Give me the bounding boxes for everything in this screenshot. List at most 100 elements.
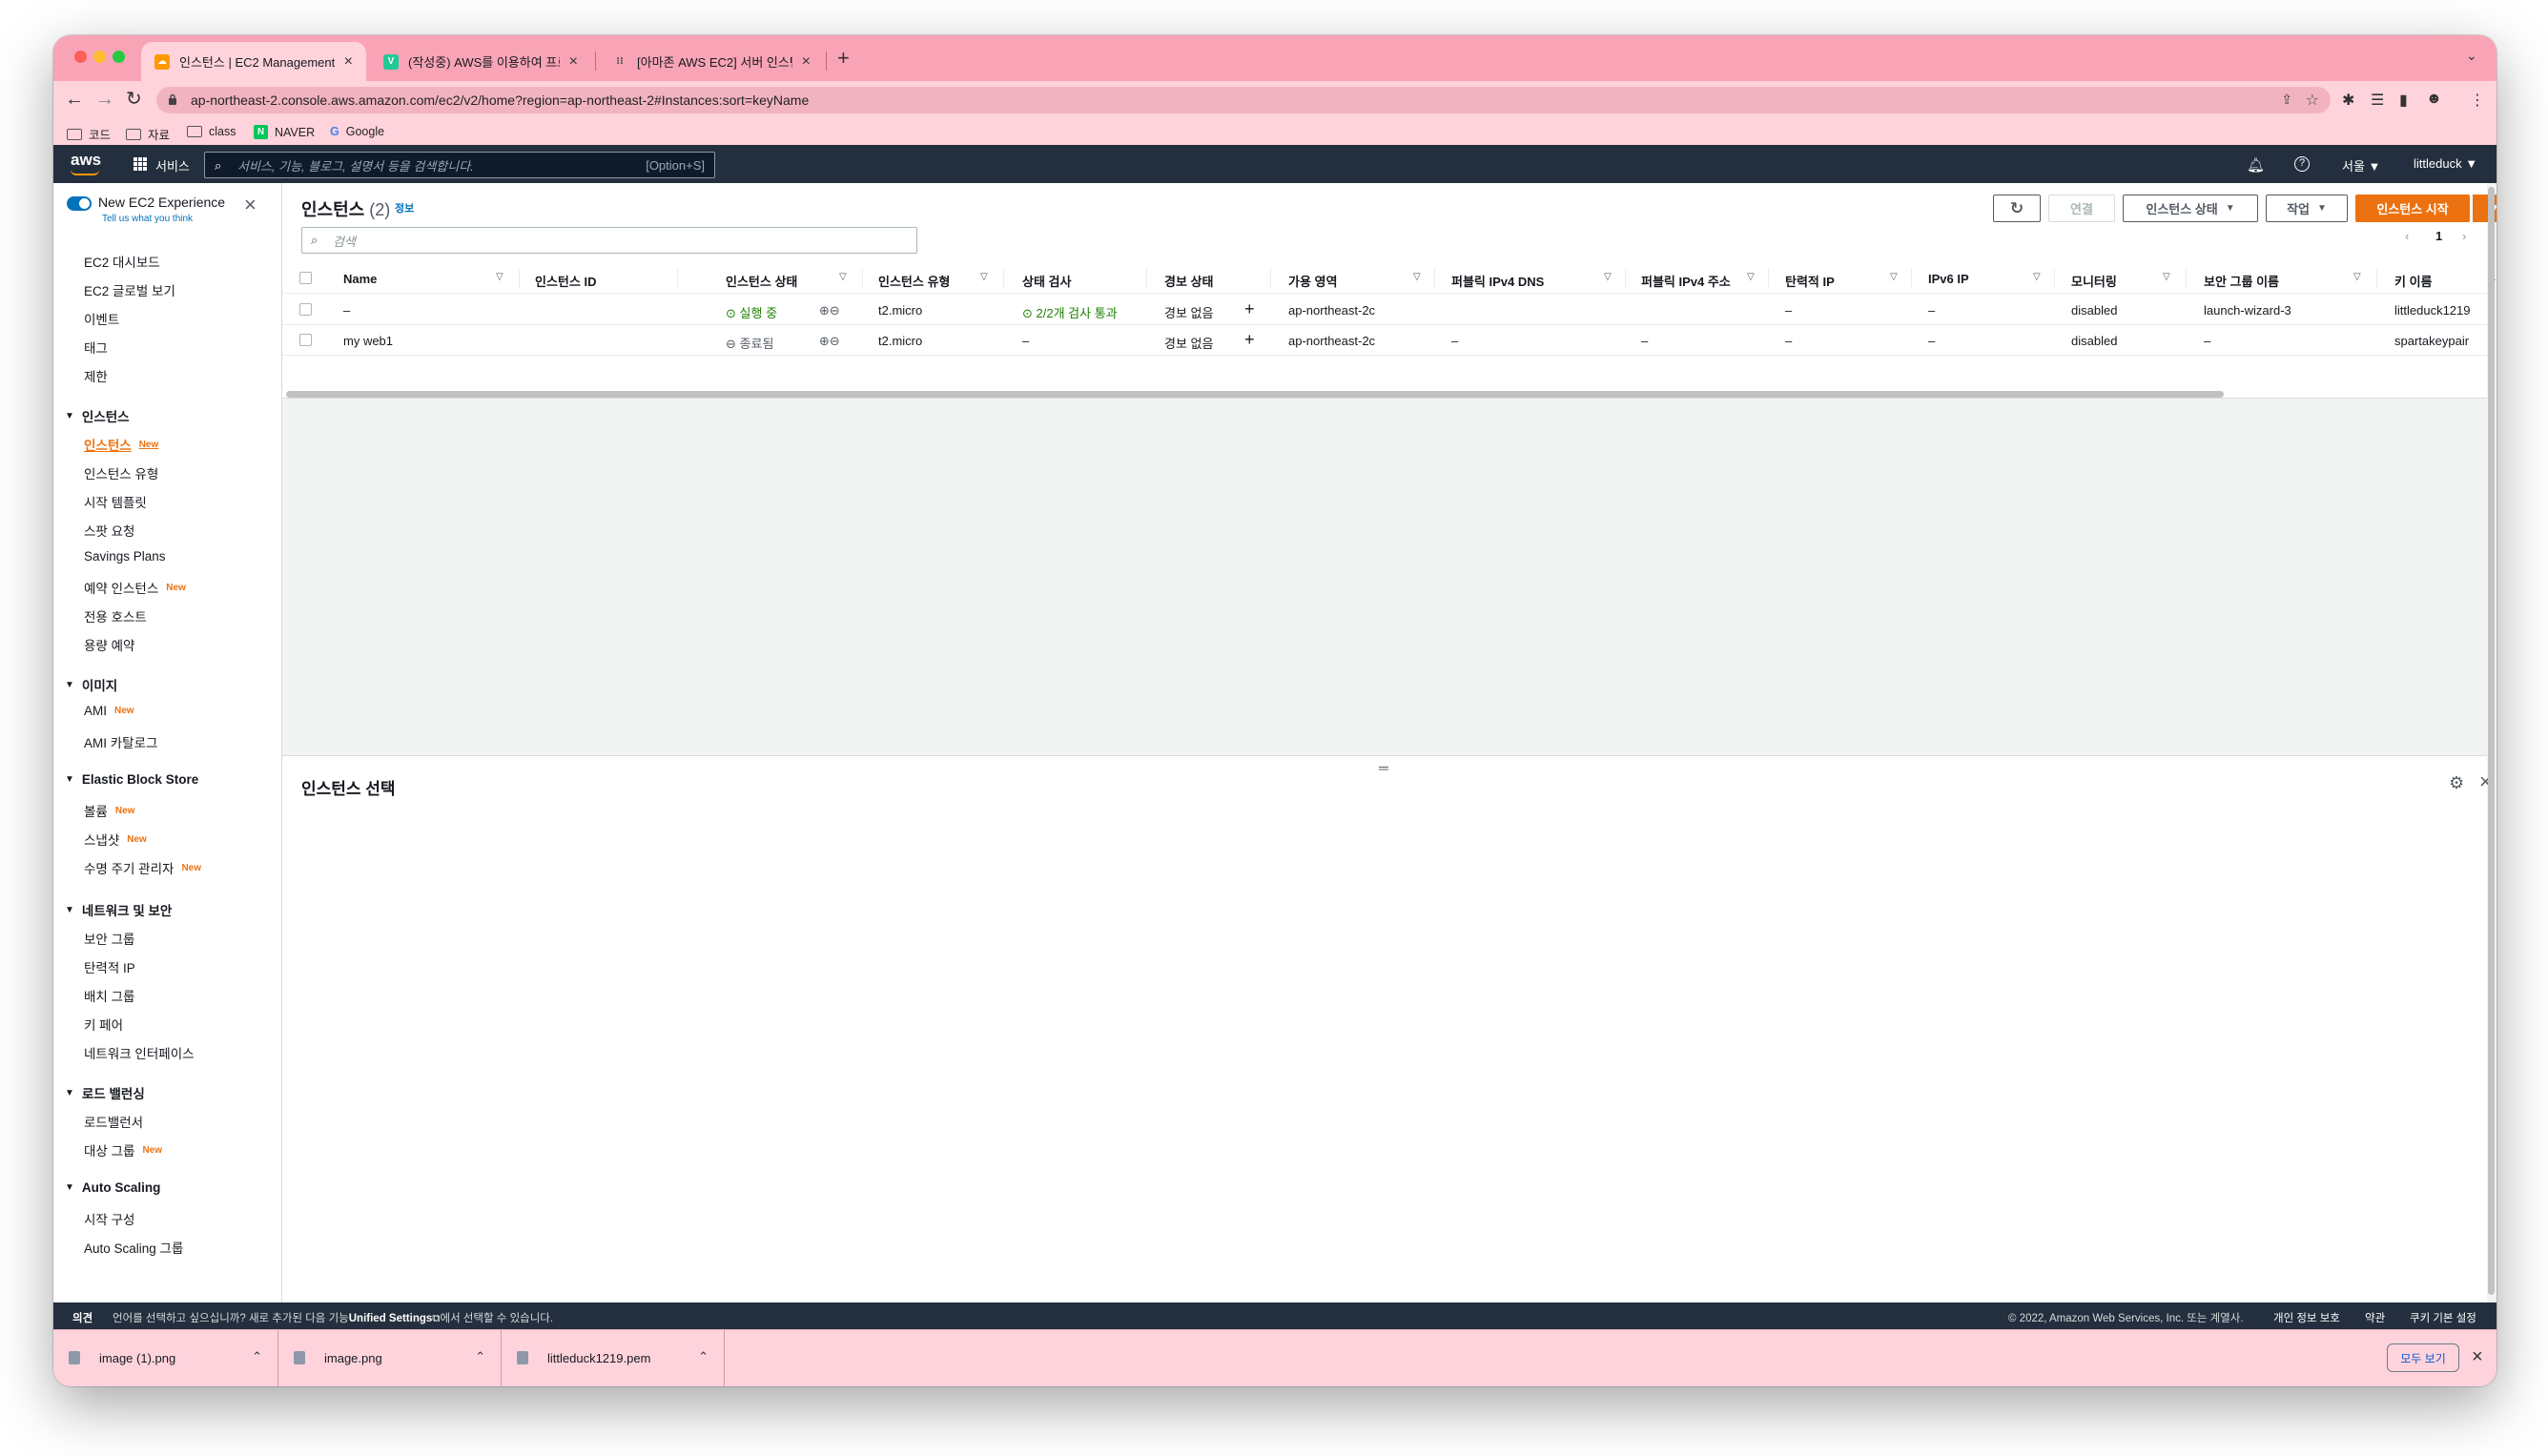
resize-handle-icon[interactable]: ═ <box>1379 760 1388 775</box>
browser-tab-blog[interactable]: ⁝⁝ [아마존 AWS EC2] 서버 인스턴스 × <box>599 42 824 81</box>
privacy-link[interactable]: 개인 정보 보호 <box>2273 1310 2340 1325</box>
sidebar-item-limits[interactable]: 제한 <box>84 366 108 385</box>
detail-settings-icon[interactable]: ⚙ <box>2449 773 2464 793</box>
menu-icon[interactable]: ⋮ <box>2470 91 2485 110</box>
terms-link[interactable]: 약관 <box>2365 1310 2385 1325</box>
column-header-key-name[interactable]: 키 이름 <box>2394 272 2433 290</box>
services-menu[interactable]: 서비스 <box>155 156 190 174</box>
bookmark-star-icon[interactable]: ☆ <box>2306 91 2319 110</box>
refresh-button[interactable]: ↻ <box>1993 195 2041 222</box>
sidebar-item-launch-templates[interactable]: 시작 템플릿 <box>84 492 147 511</box>
info-link[interactable]: 정보 <box>395 200 414 215</box>
sidebar-item-instance-types[interactable]: 인스턴스 유형 <box>84 463 158 482</box>
sidebar-item-volumes[interactable]: 볼륨 New <box>84 801 134 820</box>
filter-icon[interactable]: ▽ <box>839 272 847 282</box>
cell-security-group[interactable]: launch-wizard-3 <box>2204 303 2291 318</box>
bookmark-google[interactable]: G Google <box>330 125 384 138</box>
sidebar-item-placement-groups[interactable]: 배치 그룹 <box>84 986 134 1005</box>
services-grid-icon[interactable] <box>134 157 147 171</box>
close-tab-icon[interactable]: × <box>802 53 811 71</box>
page-number[interactable]: 1 <box>2435 229 2442 243</box>
add-alarm-icon[interactable]: + <box>1244 330 1255 350</box>
filter-icon[interactable]: ▽ <box>1604 272 1612 282</box>
table-row[interactable]: my web1 ⊖ 종료됨 ⊕⊖ t2.micro – 경보 없음 + ap-n… <box>282 325 2487 356</box>
aws-search-input[interactable]: ⌕ 서비스, 기능, 블로그, 설명서 등을 검색합니다. [Option+S] <box>204 152 715 178</box>
download-item[interactable]: littleduck1219.pem ⌃ <box>502 1330 725 1386</box>
filter-icon[interactable]: ▽ <box>2163 272 2170 282</box>
sidebar-item-security-groups[interactable]: 보안 그룹 <box>84 929 134 948</box>
bookmark-class[interactable]: class <box>187 125 236 138</box>
column-header-monitoring[interactable]: 모니터링 <box>2071 272 2117 290</box>
close-tab-icon[interactable]: × <box>569 53 578 71</box>
sidebar-item-events[interactable]: 이벤트 <box>84 309 119 328</box>
sidebar-item-ami-catalog[interactable]: AMI 카탈로그 <box>84 732 157 751</box>
sidebar-section-images[interactable]: ▼ 이미지 <box>65 675 117 694</box>
filter-icon[interactable]: ▽ <box>496 272 503 282</box>
column-header-status-check[interactable]: 상태 검사 <box>1022 272 1071 290</box>
minimize-window-button[interactable] <box>93 51 106 63</box>
column-header-instance-id[interactable]: 인스턴스 ID <box>535 272 596 290</box>
chevron-up-icon[interactable]: ⌃ <box>475 1349 485 1364</box>
sidebar-item-global-view[interactable]: EC2 글로벌 보기 <box>84 280 175 299</box>
column-header-name[interactable]: Name <box>343 272 377 286</box>
sidebar-item-target-groups[interactable]: 대상 그룹 New <box>84 1140 162 1159</box>
sidebar-item-load-balancers[interactable]: 로드밸런서 <box>84 1112 143 1131</box>
sidebar-item-network-interfaces[interactable]: 네트워크 인터페이스 <box>84 1043 195 1062</box>
filter-icon[interactable]: ▽ <box>980 272 988 282</box>
filter-icon[interactable]: ▽ <box>1890 272 1898 282</box>
new-tab-icon[interactable]: + <box>837 46 850 71</box>
sidebar-item-spot-requests[interactable]: 스팟 요청 <box>84 521 134 540</box>
browser-tab-velog[interactable]: V (작성중) AWS를 이용하여 프로젝트 × <box>370 42 591 81</box>
address-bar[interactable]: ap-northeast-2.console.aws.amazon.com/ec… <box>156 87 2331 113</box>
row-checkbox[interactable] <box>299 303 312 316</box>
column-header-instance-state[interactable]: 인스턴스 상태 <box>726 272 797 290</box>
share-icon[interactable]: ⇪ <box>2281 92 2292 108</box>
show-all-button[interactable]: 모두 보기 <box>2387 1343 2459 1372</box>
sidebar-item-reserved-instances[interactable]: 예약 인스턴스 New <box>84 578 186 597</box>
column-header-instance-type[interactable]: 인스턴스 유형 <box>878 272 950 290</box>
back-icon[interactable]: ← <box>65 89 84 110</box>
profile-icon[interactable]: ☻ <box>2426 91 2442 108</box>
chevron-up-icon[interactable]: ⌃ <box>698 1349 709 1364</box>
reload-icon[interactable]: ↻ <box>126 89 142 110</box>
select-all-checkbox[interactable] <box>299 272 312 284</box>
sidebar-item-elastic-ips[interactable]: 탄력적 IP <box>84 957 135 976</box>
sidebar-item-savings-plans[interactable]: Savings Plans <box>84 549 166 564</box>
sidebar-item-snapshots[interactable]: 스냅샷 New <box>84 830 147 849</box>
vertical-scrollbar[interactable] <box>2488 187 2495 1295</box>
help-icon[interactable]: ? <box>2294 156 2310 172</box>
maximize-window-button[interactable] <box>113 51 125 63</box>
filter-icon[interactable]: ▽ <box>1413 272 1421 282</box>
column-header-public-dns[interactable]: 퍼블릭 IPv4 DNS <box>1451 272 1544 290</box>
bookmark-naver[interactable]: N NAVER <box>254 125 315 139</box>
column-header-elastic-ip[interactable]: 탄력적 IP <box>1785 272 1835 290</box>
bookmark-code[interactable]: 코드 <box>67 125 111 143</box>
download-item[interactable]: image (1).png ⌃ <box>53 1330 278 1386</box>
filter-icon[interactable]: ▽ <box>1747 272 1755 282</box>
side-panel-icon[interactable]: ▮ <box>2399 91 2408 110</box>
forward-icon[interactable]: → <box>95 89 114 110</box>
sidebar-section-load-balancing[interactable]: ▼ 로드 밸런싱 <box>65 1083 145 1102</box>
close-sidebar-icon[interactable]: × <box>244 193 257 217</box>
filter-icon[interactable]: ▽ <box>2033 272 2041 282</box>
sidebar-item-dedicated-hosts[interactable]: 전용 호스트 <box>84 606 147 625</box>
close-downloads-icon[interactable]: × <box>2472 1346 2483 1368</box>
sidebar-item-lifecycle-manager[interactable]: 수명 주기 관리자 New <box>84 858 201 877</box>
zoom-icons[interactable]: ⊕⊖ <box>819 303 840 318</box>
actions-button[interactable]: 작업 ▼ <box>2266 195 2348 222</box>
account-menu[interactable]: littleduck ▼ <box>2414 156 2477 171</box>
sidebar-item-ami[interactable]: AMI New <box>84 704 134 718</box>
sidebar-item-key-pairs[interactable]: 키 페어 <box>84 1015 123 1034</box>
row-checkbox[interactable] <box>299 334 312 346</box>
column-header-availability-zone[interactable]: 가용 영역 <box>1288 272 1337 290</box>
sidebar-item-tags[interactable]: 태그 <box>84 338 108 357</box>
horizontal-scrollbar[interactable] <box>286 391 2224 398</box>
sidebar-item-capacity-reservations[interactable]: 용량 예약 <box>84 635 134 654</box>
new-experience-toggle[interactable] <box>67 196 92 211</box>
zoom-icons[interactable]: ⊕⊖ <box>819 334 840 349</box>
filter-icon[interactable]: ▽ <box>2353 272 2361 282</box>
instance-state-button[interactable]: 인스턴스 상태 ▼ <box>2123 195 2258 222</box>
connect-button[interactable]: 연결 <box>2048 195 2115 222</box>
column-header-alarm-status[interactable]: 경보 상태 <box>1164 272 1213 290</box>
close-tab-icon[interactable]: × <box>344 53 353 71</box>
